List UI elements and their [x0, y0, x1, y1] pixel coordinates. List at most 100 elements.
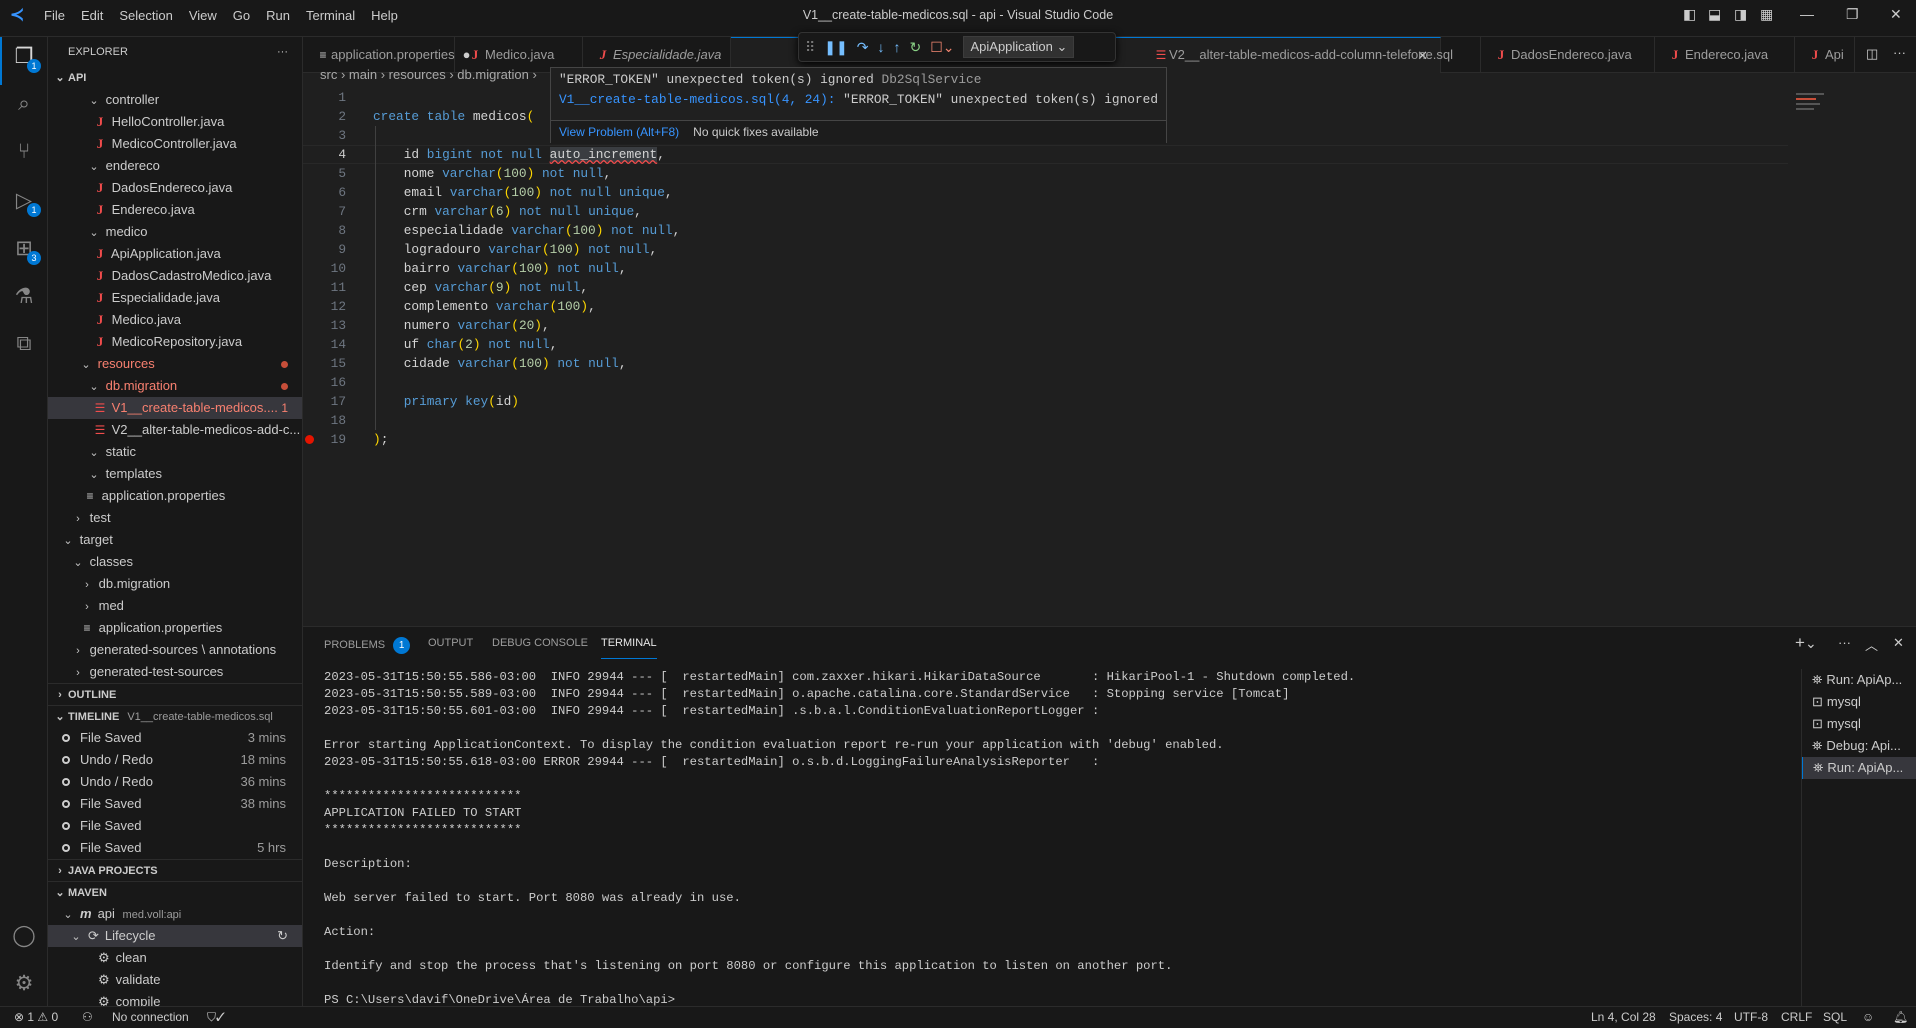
tab-problems[interactable]: PROBLEMS 1	[324, 637, 411, 659]
maven-section[interactable]: ⌄ MAVEN	[48, 881, 302, 903]
debug-config-select[interactable]: ApiApplication ⌄	[963, 36, 1075, 58]
explorer-root[interactable]: ⌄ API	[48, 67, 302, 89]
settings-gear-icon[interactable]: ⚙	[10, 969, 38, 997]
tree-item[interactable]: J ApiApplication.java	[48, 243, 302, 265]
minimap[interactable]	[1796, 90, 1832, 120]
tab-v2-sql[interactable]: ☰ V2__alter-table-medicos-add-column-tele…	[1141, 37, 1481, 73]
remote-icon[interactable]: ⚇	[82, 1007, 93, 1028]
timeline-item[interactable]: File Saved 3 mins	[48, 727, 302, 749]
maven-lifecycle[interactable]: ⌄ ⟳ Lifecycle ↻	[48, 925, 302, 947]
tree-item[interactable]: › generated-sources \ annotations	[48, 639, 302, 661]
tree-item[interactable]: J Endereco.java	[48, 199, 302, 221]
tree-item[interactable]: › db.migration	[48, 573, 302, 595]
shield-check-icon[interactable]: ⛉✓	[207, 1007, 225, 1028]
connection-status[interactable]: No connection	[112, 1007, 189, 1028]
terminal-instance[interactable]: ⛯ Run: ApiAp...	[1802, 757, 1916, 779]
tab-debug-console[interactable]: DEBUG CONSOLE	[492, 637, 588, 659]
accounts-icon[interactable]: ◯	[10, 921, 38, 949]
breadcrumb-resources[interactable]: resources	[389, 67, 446, 82]
timeline-section[interactable]: ⌄ TIMELINE V1__create-table-medicos.sql	[48, 705, 302, 727]
remote-explorer-icon[interactable]: ⧉	[10, 330, 38, 358]
tree-item[interactable]: ☰ V2__alter-table-medicos-add-c...	[48, 419, 302, 441]
extensions-icon[interactable]: ⊞ 3	[10, 234, 41, 265]
line-ending[interactable]: CRLF	[1781, 1007, 1812, 1028]
tree-item[interactable]: ⌄ templates	[48, 463, 302, 485]
tree-item[interactable]: J DadosCadastroMedico.java	[48, 265, 302, 287]
more-actions-icon[interactable]: ···	[277, 37, 288, 67]
maven-goal[interactable]: ⚙ validate	[48, 969, 302, 991]
tree-item[interactable]: J DadosEndereco.java	[48, 177, 302, 199]
tab-endereco-java[interactable]: J Endereco.java	[1655, 37, 1795, 73]
java-projects-section[interactable]: › JAVA PROJECTS	[48, 859, 302, 881]
tree-item[interactable]: ⌄ static	[48, 441, 302, 463]
view-problem-link[interactable]: View Problem (Alt+F8)	[559, 125, 679, 139]
breadcrumb-db-migration[interactable]: db.migration	[457, 67, 529, 82]
maximize-panel-icon[interactable]: ︿	[1865, 635, 1878, 654]
terminal-instance[interactable]: ⛯ Debug: Api...	[1802, 735, 1916, 757]
step-over-icon[interactable]: ↷	[857, 39, 869, 56]
tab-api-truncated[interactable]: J Api	[1795, 37, 1855, 73]
minimize-icon[interactable]: —	[1800, 6, 1814, 22]
cursor-position[interactable]: Ln 4, Col 28	[1591, 1007, 1656, 1028]
tree-item[interactable]: ⌄ medico	[48, 221, 302, 243]
tree-item[interactable]: J Especialidade.java	[48, 287, 302, 309]
new-terminal-icon[interactable]: +⌄	[1795, 633, 1817, 653]
toggle-panel-icon[interactable]: ⬓	[1708, 6, 1721, 23]
timeline-item[interactable]: Undo / Redo 36 mins	[48, 771, 302, 793]
maven-goal[interactable]: ⚙ clean	[48, 947, 302, 969]
tree-item[interactable]: › test	[48, 507, 302, 529]
tree-item[interactable]: ☰ V1__create-table-medicos.... 1	[48, 397, 302, 419]
tree-item[interactable]: ≡ application.properties	[48, 485, 302, 507]
problems-status[interactable]: ⊗ 1 ⚠ 0	[14, 1007, 58, 1028]
tree-item[interactable]: › med	[48, 595, 302, 617]
source-control-icon[interactable]: ⑂	[10, 138, 38, 166]
indentation[interactable]: Spaces: 4	[1669, 1007, 1722, 1028]
encoding[interactable]: UTF-8	[1734, 1007, 1768, 1028]
tree-item[interactable]: J HelloController.java	[48, 111, 302, 133]
code-editor[interactable]: 1 2 create table medicos(3 4 id bigint not …	[303, 88, 1903, 626]
terminal-output[interactable]: 2023-05-31T15:50:55.586-03:00 INFO 29944…	[324, 669, 1355, 1009]
pause-icon[interactable]: ❚❚	[824, 39, 847, 56]
refresh-icon[interactable]: ↻	[277, 925, 288, 947]
step-into-icon[interactable]: ↓	[877, 39, 884, 55]
timeline-item[interactable]: Undo / Redo 18 mins	[48, 749, 302, 771]
tree-item[interactable]: ≡ application.properties	[48, 617, 302, 639]
maven-goal[interactable]: ⚙ compile	[48, 991, 302, 1006]
customize-layout-icon[interactable]: ▦	[1760, 6, 1773, 23]
timeline-item[interactable]: File Saved 38 mins	[48, 793, 302, 815]
feedback-icon[interactable]: ☺	[1862, 1007, 1874, 1028]
breadcrumb-src[interactable]: src	[320, 67, 337, 82]
terminal-instance[interactable]: ⊡ mysql	[1802, 713, 1916, 735]
maven-project[interactable]: ⌄ m api med.voll:api	[48, 903, 302, 925]
terminal-instance[interactable]: ⛯ Run: ApiAp...	[1802, 669, 1916, 691]
tree-item[interactable]: ⌄ resources	[48, 353, 302, 375]
outline-section[interactable]: › OUTLINE	[48, 683, 302, 705]
tree-item[interactable]: ⌄ db.migration	[48, 375, 302, 397]
tree-item[interactable]: › generated-test-sources	[48, 661, 302, 683]
tree-item[interactable]: J MedicoRepository.java	[48, 331, 302, 353]
tree-item[interactable]: J Medico.java	[48, 309, 302, 331]
tree-item[interactable]: ⌄ target	[48, 529, 302, 551]
toggle-sidebar-icon[interactable]: ◧	[1683, 6, 1696, 23]
language-mode[interactable]: SQL	[1823, 1007, 1847, 1028]
stop-icon[interactable]: ☐⌄	[930, 39, 954, 56]
drag-handle-icon[interactable]: ⠿	[805, 39, 815, 56]
run-debug-icon[interactable]: ▷ 1	[10, 186, 41, 217]
close-window-icon[interactable]: ✕	[1890, 6, 1902, 23]
testing-icon[interactable]: ⚗	[10, 282, 38, 310]
explorer-icon[interactable]: ❐ 1	[10, 42, 41, 73]
timeline-item[interactable]: File Saved 5 hrs	[48, 837, 302, 859]
restart-icon[interactable]: ↻	[909, 39, 921, 56]
notifications-bell-icon[interactable]: 🔔︎	[1893, 1007, 1908, 1028]
breadcrumb-main[interactable]: main	[349, 67, 377, 82]
tree-item[interactable]: ⌄ endereco	[48, 155, 302, 177]
search-icon[interactable]: ⌕	[10, 90, 38, 118]
tab-output[interactable]: OUTPUT	[428, 637, 473, 659]
toggle-secondary-sidebar-icon[interactable]: ◨	[1734, 6, 1747, 23]
tab-terminal[interactable]: TERMINAL	[601, 637, 657, 659]
close-panel-icon[interactable]: ✕	[1893, 635, 1904, 651]
timeline-item[interactable]: File Saved	[48, 815, 302, 837]
terminal-instance[interactable]: ⊡ mysql	[1802, 691, 1916, 713]
tree-item[interactable]: J MedicoController.java	[48, 133, 302, 155]
tree-item[interactable]: ⌄ classes	[48, 551, 302, 573]
